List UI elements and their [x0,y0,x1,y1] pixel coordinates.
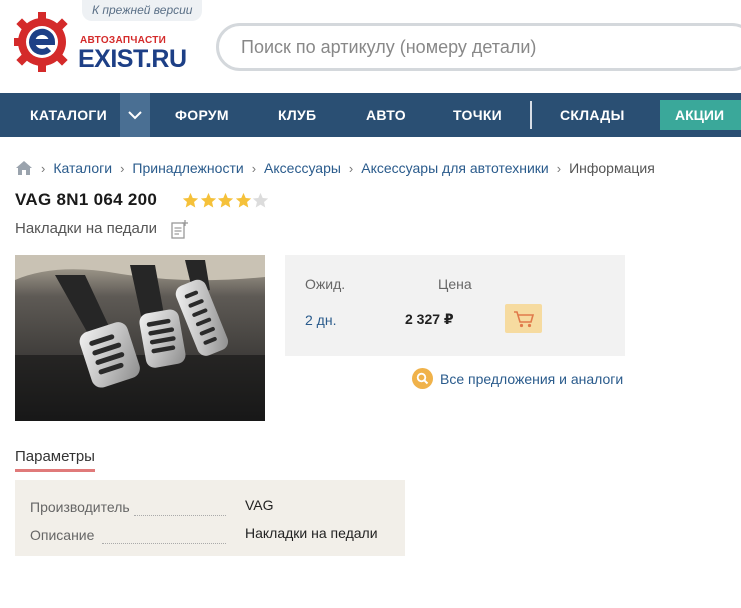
logo-text: EXIST.RU [78,45,187,73]
breadcrumb-accessories-group[interactable]: Принадлежности [132,160,243,176]
breadcrumb-auto-accessories[interactable]: Аксессуары для автотехники [361,160,548,176]
all-offers-label: Все предложения и аналоги [440,370,624,387]
product-subtitle: Накладки на педали [15,220,158,237]
offer-price: 2 327 ₽ [405,311,454,327]
pedal-covers-image [15,255,265,421]
star-filled-icon [200,192,216,208]
breadcrumb-separator: › [348,160,354,176]
search-icon [412,368,433,389]
params-tab[interactable]: Параметры [15,448,95,472]
nav-auto[interactable]: АВТО [366,93,406,137]
star-filled-icon [182,192,199,208]
logo-gear-icon [14,12,68,72]
breadcrumb-separator: › [251,160,257,176]
site-logo[interactable]: АВТОЗАПЧАСТИ EXIST.RU [14,12,187,73]
search-input[interactable] [219,26,741,68]
nav-forum[interactable]: ФОРУМ [175,93,229,137]
offer-delivery-days[interactable]: 2 дн. [305,312,336,328]
param-label: Описание [30,527,230,547]
param-value: VAG [245,497,274,513]
breadcrumb-current: Информация [569,160,655,176]
param-label: Производитель [30,499,230,519]
offer-header-wait: Ожид. [305,276,346,292]
search-box [216,23,741,71]
param-row: Производитель VAG [30,497,390,517]
breadcrumb-separator: › [41,160,46,176]
add-note-icon[interactable] [171,219,189,239]
rating-stars[interactable] [182,192,270,209]
cart-icon [513,310,534,327]
nav-divider [530,101,532,129]
star-empty-icon [252,192,269,208]
star-filled-icon [217,192,234,208]
all-offers-link[interactable]: Все предложения и аналоги [412,368,623,389]
breadcrumb-separator: › [120,160,125,176]
param-row: Описание Накладки на педали [30,525,390,545]
nav-sales-button[interactable]: АКЦИИ [660,100,741,130]
nav-club[interactable]: КЛУБ [278,93,316,137]
breadcrumb: › Каталоги › Принадлежности › Аксессуары… [15,158,655,178]
star-filled-icon [235,192,251,208]
product-title: VAG 8N1 064 200 [15,190,158,209]
main-nav: КАТАЛОГИ ФОРУМ КЛУБ АВТО ТОЧКИ СКЛАДЫ АК… [0,93,741,137]
nav-points[interactable]: ТОЧКИ [453,93,502,137]
add-to-cart-button[interactable] [505,304,542,333]
nav-catalogs[interactable]: КАТАЛОГИ [30,93,107,137]
header: К прежней версии АВТОЗАПЧАСТИ EXIST.RU [0,0,741,93]
nav-catalogs-dropdown[interactable] [120,93,150,137]
chevron-down-icon [128,111,142,120]
params-table: Производитель VAG Описание Накладки на п… [15,480,405,556]
nav-stores[interactable]: СКЛАДЫ [560,93,625,137]
offer-panel: Ожид. Цена 2 дн. 2 327 ₽ [285,255,625,356]
offer-header-price: Цена [438,276,472,292]
breadcrumb-accessories[interactable]: Аксессуары [264,160,341,176]
product-image[interactable] [15,255,265,421]
breadcrumb-separator: › [556,160,562,176]
home-icon[interactable] [15,160,33,176]
breadcrumb-catalogs[interactable]: Каталоги [53,160,112,176]
param-value: Накладки на педали [245,525,378,541]
